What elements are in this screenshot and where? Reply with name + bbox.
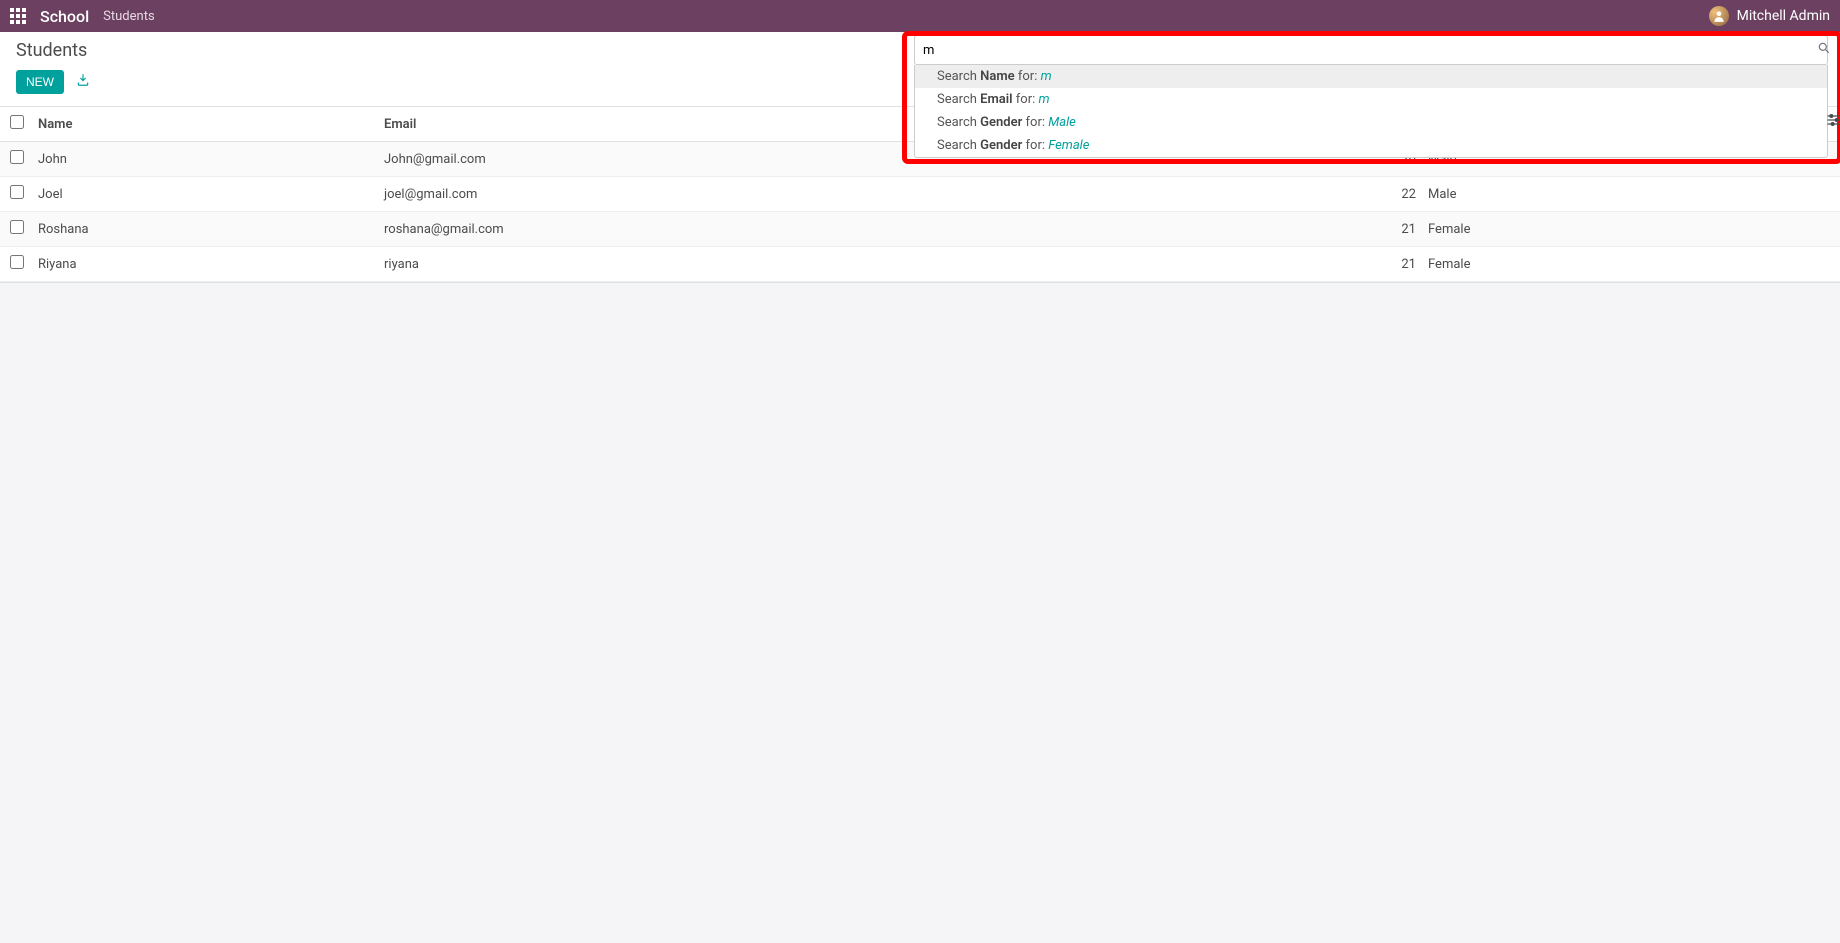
cell-email: joel@gmail.com <box>374 177 1360 212</box>
control-panel: Students NEW Search Name for: mSearch Em… <box>0 32 1840 107</box>
cell-name: Joel <box>34 177 374 212</box>
table-row[interactable]: Riyanariyana21Female <box>0 247 1840 282</box>
search-suggestion[interactable]: Search Gender for: Male <box>915 111 1827 134</box>
search-suggestion[interactable]: Search Email for: m <box>915 88 1827 111</box>
cell-age: 21 <box>1360 212 1420 247</box>
search-suggestion[interactable]: Search Gender for: Female <box>915 134 1827 157</box>
row-checkbox[interactable] <box>10 255 24 269</box>
download-icon <box>76 73 90 87</box>
table-row[interactable]: Roshanaroshana@gmail.com21Female <box>0 212 1840 247</box>
search-suggestions: Search Name for: mSearch Email for: mSea… <box>914 65 1828 158</box>
avatar <box>1709 6 1729 26</box>
row-checkbox[interactable] <box>10 220 24 234</box>
row-checkbox[interactable] <box>10 150 24 164</box>
cell-age: 22 <box>1360 177 1420 212</box>
search-suggestion[interactable]: Search Name for: m <box>915 65 1827 88</box>
filters-icon[interactable] <box>1826 112 1840 132</box>
cell-gender: Female <box>1420 212 1840 247</box>
nav-link-students[interactable]: Students <box>103 9 155 24</box>
cell-gender: Male <box>1420 177 1840 212</box>
user-name: Mitchell Admin <box>1737 8 1830 24</box>
cell-gender: Female <box>1420 247 1840 282</box>
cell-email: riyana <box>374 247 1360 282</box>
table-row[interactable]: Joeljoel@gmail.com22Male <box>0 177 1840 212</box>
cell-email: roshana@gmail.com <box>374 212 1360 247</box>
app-brand[interactable]: School <box>40 7 89 26</box>
search-panel: Search Name for: mSearch Email for: mSea… <box>914 32 1828 158</box>
search-icon[interactable] <box>1811 41 1827 59</box>
cell-name: John <box>34 142 374 177</box>
header-name[interactable]: Name <box>34 107 374 142</box>
row-checkbox[interactable] <box>10 185 24 199</box>
select-all-checkbox[interactable] <box>10 115 24 129</box>
new-button[interactable]: NEW <box>16 70 64 94</box>
search-box[interactable] <box>914 35 1828 65</box>
apps-icon[interactable] <box>10 8 26 24</box>
user-menu[interactable]: Mitchell Admin <box>1709 6 1830 26</box>
cell-age: 21 <box>1360 247 1420 282</box>
cell-name: Roshana <box>34 212 374 247</box>
search-input[interactable] <box>915 39 1811 62</box>
cell-name: Riyana <box>34 247 374 282</box>
export-button[interactable] <box>72 69 94 94</box>
top-navbar: School Students Mitchell Admin <box>0 0 1840 32</box>
